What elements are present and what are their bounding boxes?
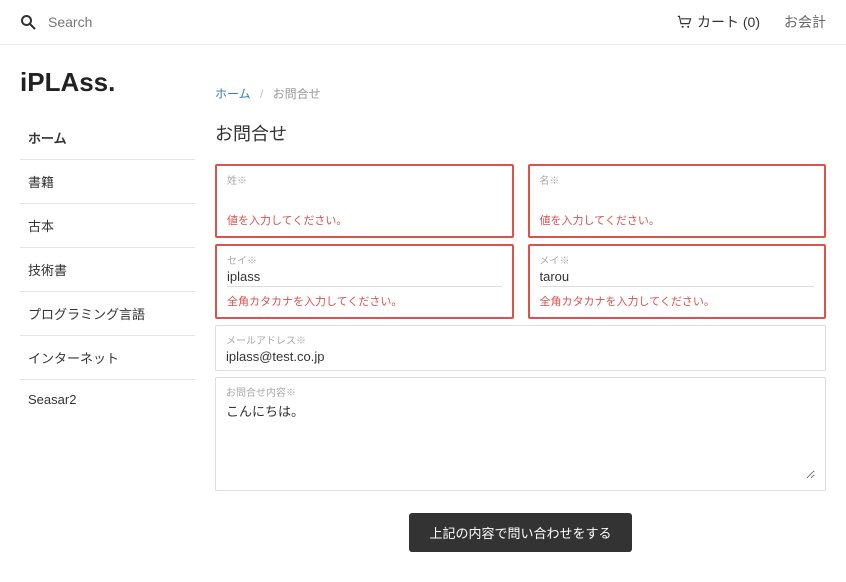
sidebar-item-books[interactable]: 書籍 <box>20 160 195 204</box>
submit-button[interactable]: 上記の内容で問い合わせをする <box>409 513 631 552</box>
mei-label: 名※ <box>540 172 815 187</box>
sidebar: iPLAss. ホーム 書籍 古本 技術書 プログラミング言語 インターネット … <box>20 55 195 552</box>
page-title: お問合せ <box>215 120 826 146</box>
email-label: メールアドレス※ <box>226 332 815 347</box>
breadcrumb: ホーム / お問合せ <box>215 85 826 102</box>
header: カート (0) お会計 <box>0 0 846 45</box>
search-input[interactable] <box>48 14 248 30</box>
mei-kana-error: 全角カタカナを入力してください。 <box>540 293 815 309</box>
sei-error: 値を入力してください。 <box>227 212 502 228</box>
cart-link[interactable]: カート (0) <box>677 12 760 32</box>
breadcrumb-current: お問合せ <box>273 87 321 101</box>
email-input[interactable] <box>226 347 815 364</box>
sidebar-item-home[interactable]: ホーム <box>20 116 195 160</box>
sidebar-item-internet[interactable]: インターネット <box>20 336 195 380</box>
content-label: お問合せ内容※ <box>226 384 815 399</box>
mei-input[interactable] <box>540 187 815 204</box>
sei-kana-label: セイ※ <box>227 252 502 267</box>
mei-error: 値を入力してください。 <box>540 212 815 228</box>
cart-label: カート (0) <box>697 12 760 32</box>
sidebar-item-seasar2[interactable]: Seasar2 <box>20 380 195 419</box>
main-content: ホーム / お問合せ お問合せ 姓※ 値を入力してください。 名※ 値を入力して… <box>215 55 826 552</box>
sei-field: 姓※ 値を入力してください。 <box>215 164 514 238</box>
sidebar-item-programming[interactable]: プログラミング言語 <box>20 292 195 336</box>
breadcrumb-sep: / <box>260 87 263 101</box>
mei-field: 名※ 値を入力してください。 <box>528 164 827 238</box>
sei-kana-field: セイ※ 全角カタカナを入力してください。 <box>215 244 514 319</box>
sei-kana-input[interactable] <box>227 267 502 287</box>
sei-kana-error: 全角カタカナを入力してください。 <box>227 293 502 309</box>
content-field: お問合せ内容※ <box>215 377 826 491</box>
sei-label: 姓※ <box>227 172 502 187</box>
brand-logo: iPLAss. <box>20 55 195 116</box>
cart-icon <box>677 15 693 29</box>
mei-kana-field: メイ※ 全角カタカナを入力してください。 <box>528 244 827 319</box>
content-textarea[interactable] <box>226 399 815 479</box>
email-field: メールアドレス※ <box>215 325 826 371</box>
sidebar-item-tech[interactable]: 技術書 <box>20 248 195 292</box>
search-icon <box>20 14 36 30</box>
breadcrumb-home[interactable]: ホーム <box>215 87 251 101</box>
checkout-link[interactable]: お会計 <box>784 12 826 32</box>
mei-kana-label: メイ※ <box>540 252 815 267</box>
sidebar-item-used[interactable]: 古本 <box>20 204 195 248</box>
mei-kana-input[interactable] <box>540 267 815 287</box>
sei-input[interactable] <box>227 187 502 204</box>
